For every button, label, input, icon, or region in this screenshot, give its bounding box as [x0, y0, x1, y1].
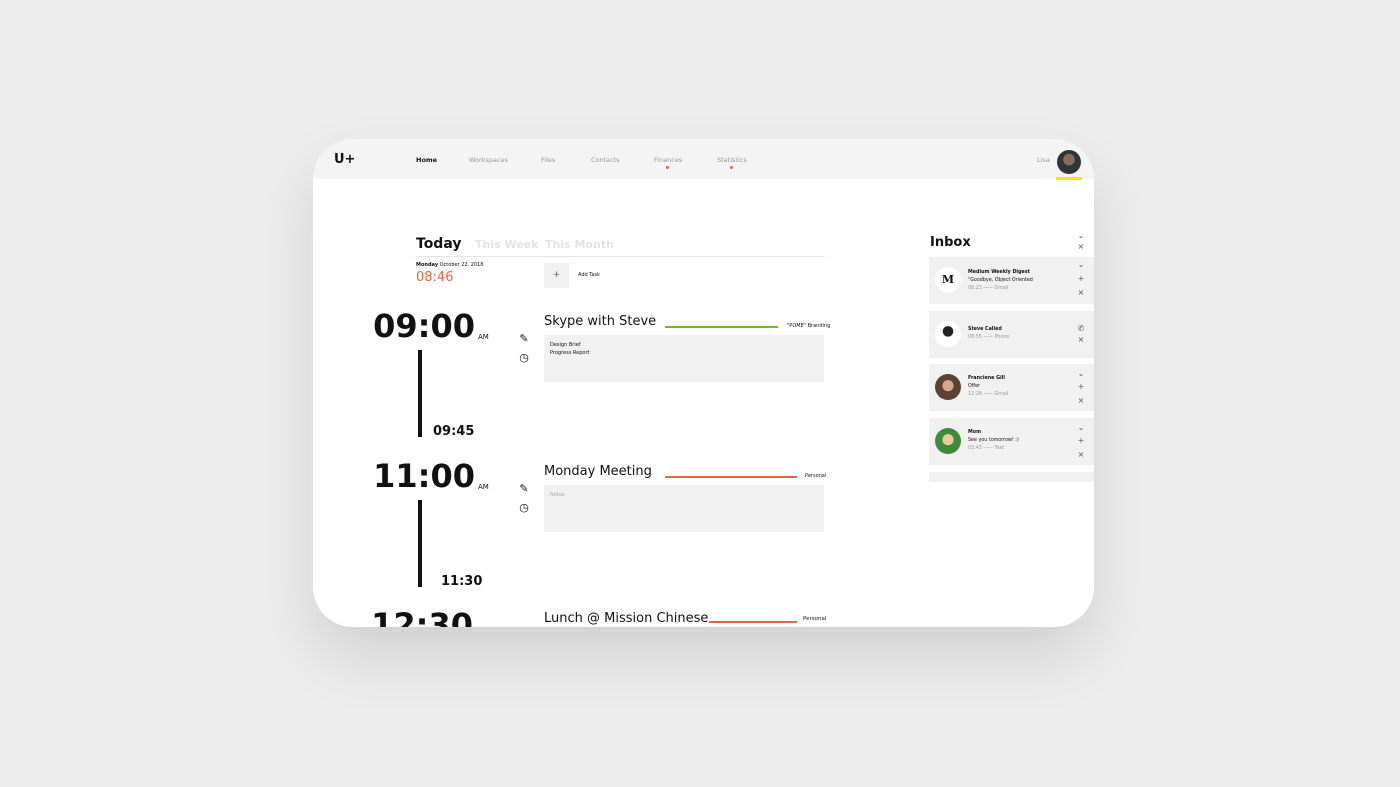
- add-icon[interactable]: +: [1076, 382, 1086, 391]
- nav-home[interactable]: Home: [416, 156, 437, 164]
- tab-this-month[interactable]: This Month: [545, 238, 614, 251]
- dismiss-icon[interactable]: ×: [1076, 450, 1086, 459]
- subject: "Goodbye, Object Oriented: [968, 278, 1033, 283]
- medium-logo: M: [935, 267, 961, 293]
- clock-icon[interactable]: ◷: [517, 351, 531, 364]
- source: Gmail: [994, 392, 1009, 397]
- subject: See you tomorrow! :): [968, 438, 1019, 443]
- nav-files[interactable]: Files: [541, 156, 555, 164]
- ampm: AM: [478, 483, 489, 491]
- inbox-item-placeholder: [929, 472, 1094, 482]
- user-name: Lisa: [1037, 156, 1050, 164]
- sender: Mom: [968, 430, 982, 435]
- duration-bar: [418, 500, 422, 587]
- expand-icon[interactable]: ⌄: [1076, 260, 1086, 269]
- avatar: [935, 374, 961, 400]
- ampm: AM: [478, 333, 489, 341]
- nav-finances[interactable]: Finances: [654, 156, 682, 164]
- time: 03:43: [968, 446, 982, 451]
- add-task-label[interactable]: Add Task: [578, 272, 600, 278]
- event-notes[interactable]: Notes: [544, 485, 824, 532]
- nav-statistics[interactable]: Statistics: [717, 156, 747, 164]
- day: Monday: [416, 262, 439, 268]
- event-tag: "POME" Branding: [787, 323, 831, 329]
- meta: 12:28 —— Gmail: [968, 392, 1009, 397]
- note-line: Design Brief: [550, 342, 581, 348]
- edit-icon[interactable]: ✎: [517, 332, 531, 345]
- event-title[interactable]: Monday Meeting: [544, 464, 652, 479]
- event-end: 11:30: [441, 574, 483, 589]
- inbox-item[interactable]: Steve Called 08:55 —— Phone ✆ ×: [929, 311, 1094, 358]
- app-window: U+ Home Workspaces Files Contacts Financ…: [313, 139, 1094, 627]
- time: 12:28: [968, 392, 982, 397]
- tab-today[interactable]: Today: [416, 236, 461, 252]
- event-end: 09:45: [433, 424, 475, 439]
- source: Gmail: [994, 286, 1009, 291]
- nav-contacts[interactable]: Contacts: [591, 156, 620, 164]
- add-icon[interactable]: +: [1076, 436, 1086, 445]
- inbox-item[interactable]: M Medium Weekly Digest "Goodbye, Object …: [929, 257, 1094, 304]
- dismiss-icon[interactable]: ×: [1076, 396, 1086, 405]
- logo[interactable]: U+: [334, 152, 355, 167]
- meta: 08:23 —— Gmail: [968, 286, 1009, 291]
- avatar: [935, 428, 961, 454]
- event-start: 11:00: [373, 457, 475, 495]
- sender: Steve Called: [968, 327, 1002, 332]
- note-placeholder: Notes: [550, 492, 565, 498]
- category-line: [709, 621, 797, 623]
- duration-bar: [418, 350, 422, 437]
- date-text: October 22, 2018: [439, 262, 484, 268]
- inbox-item[interactable]: Mom See you tomorrow! :) 03:43 —— Text ⌄…: [929, 418, 1094, 465]
- inbox-title: Inbox: [930, 235, 971, 250]
- event-notes[interactable]: Design Brief Progress Report: [544, 335, 824, 382]
- event-title[interactable]: Skype with Steve: [544, 314, 656, 329]
- current-time: 08:46: [416, 270, 454, 285]
- add-task-button[interactable]: +: [544, 263, 569, 288]
- edit-icon[interactable]: ✎: [517, 482, 531, 495]
- date: Monday October 22, 2018: [416, 262, 484, 268]
- clock-icon[interactable]: ◷: [517, 501, 531, 514]
- sender: Medium Weekly Digest: [968, 270, 1030, 275]
- event-tag: Personal: [803, 616, 827, 622]
- time: 08:55: [968, 335, 982, 340]
- close-icon[interactable]: ×: [1076, 242, 1086, 251]
- tab-this-week[interactable]: This Week: [475, 238, 538, 251]
- avatar: [935, 321, 961, 347]
- dismiss-icon[interactable]: ×: [1076, 288, 1086, 297]
- add-icon[interactable]: +: [1076, 274, 1086, 283]
- category-line: [665, 476, 797, 478]
- meta: 08:55 —— Phone: [968, 335, 1010, 340]
- notification-dot: [730, 166, 733, 169]
- inbox-item[interactable]: Franciene Gill Offer 12:28 —— Gmail ⌄ + …: [929, 364, 1094, 411]
- expand-icon[interactable]: ⌄: [1076, 369, 1086, 378]
- subject: Offer: [968, 384, 981, 389]
- event-start: 09:00: [373, 307, 475, 345]
- source: Text: [994, 446, 1005, 451]
- active-underline: [1056, 177, 1082, 180]
- nav-workspaces[interactable]: Workspaces: [469, 156, 508, 164]
- event-title[interactable]: Lunch @ Mission Chinese: [544, 611, 708, 626]
- category-line: [665, 326, 778, 328]
- phone-icon[interactable]: ✆: [1076, 324, 1086, 333]
- source: Phone: [994, 335, 1010, 340]
- meta: 03:43 —— Text: [968, 446, 1005, 451]
- expand-icon[interactable]: ⌄: [1076, 423, 1086, 432]
- sender: Franciene Gill: [968, 376, 1005, 381]
- dismiss-icon[interactable]: ×: [1076, 335, 1086, 344]
- time: 08:23: [968, 286, 982, 291]
- event-tag: Personal: [805, 473, 827, 479]
- notification-dot: [666, 166, 669, 169]
- collapse-icon[interactable]: ⌄: [1076, 231, 1086, 240]
- top-nav: U+ Home Workspaces Files Contacts Financ…: [313, 139, 1094, 180]
- note-line: Progress Report: [550, 350, 590, 356]
- event-start: 12:30: [371, 606, 473, 627]
- user-avatar[interactable]: [1057, 150, 1081, 174]
- divider: [415, 256, 825, 257]
